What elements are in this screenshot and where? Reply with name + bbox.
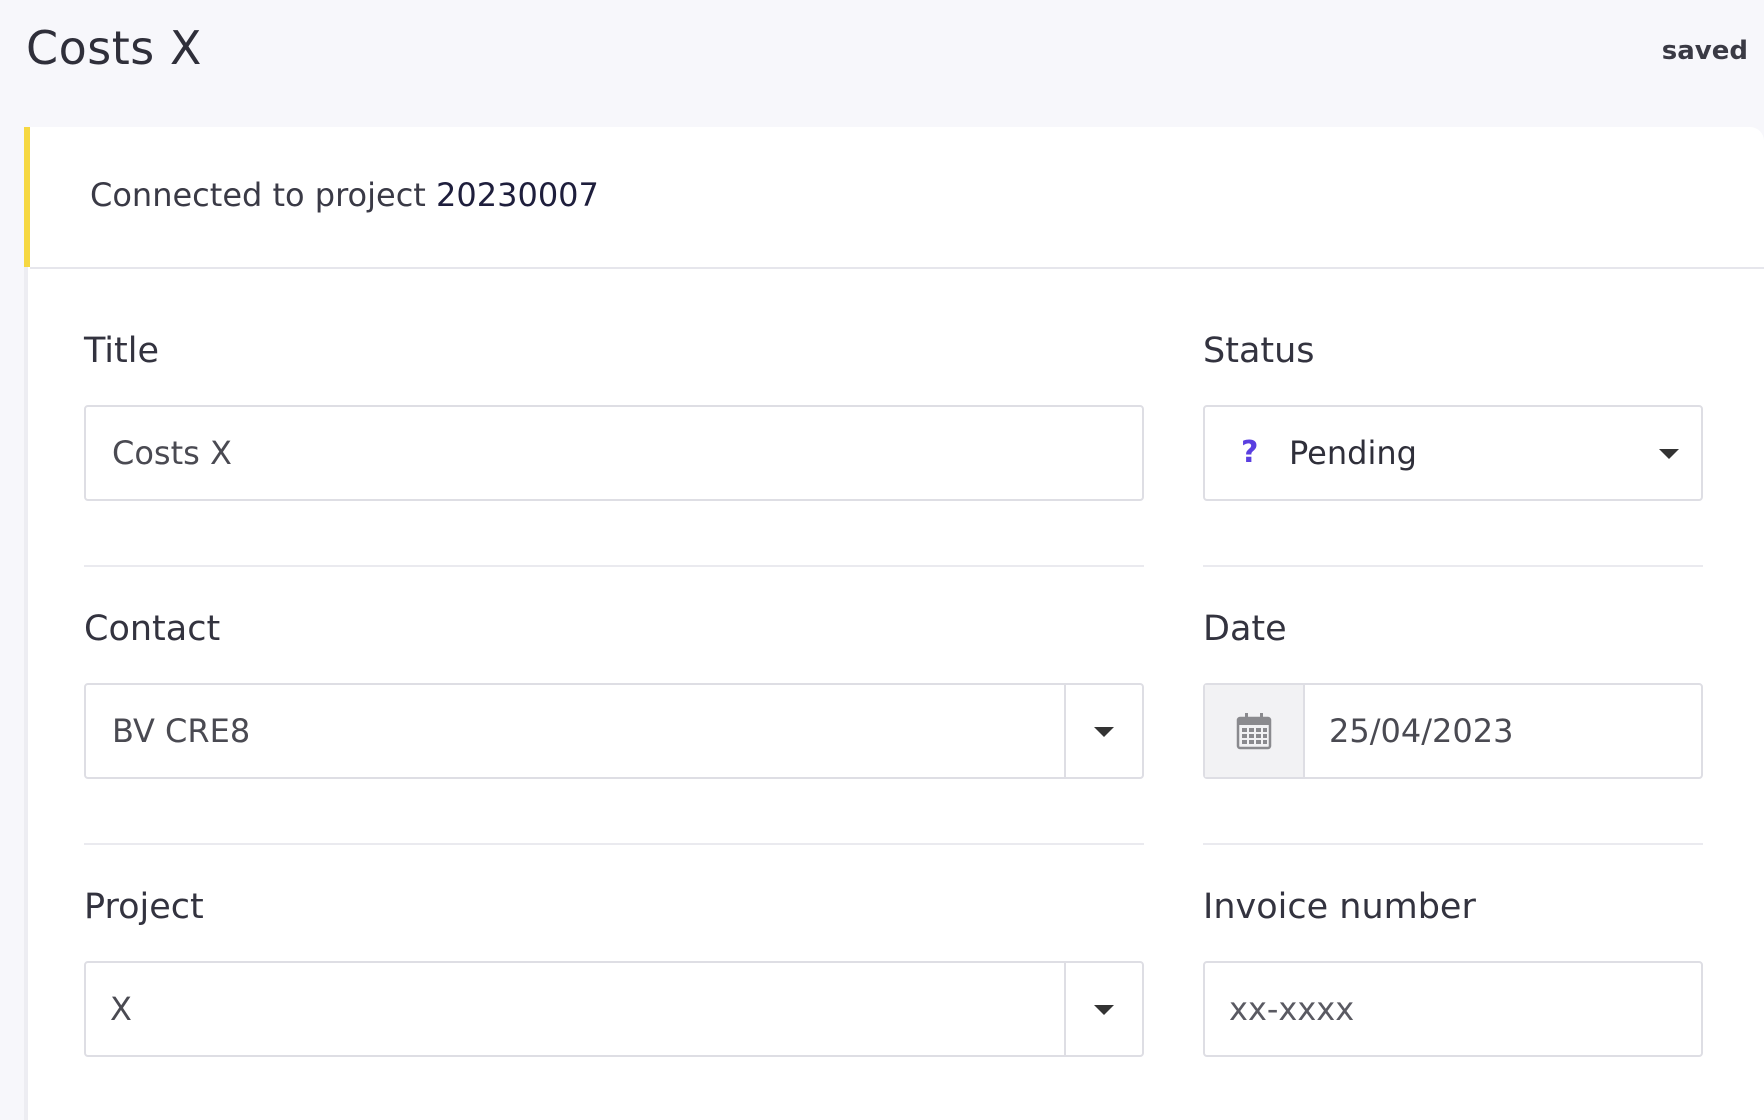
notice-accent-bar bbox=[24, 127, 30, 267]
project-connection-notice: Connected to project 20230007 bbox=[90, 175, 599, 215]
invoice-number-placeholder: xx-xxxx bbox=[1229, 990, 1355, 1028]
contact-select-value: BV CRE8 bbox=[112, 712, 251, 750]
row-divider bbox=[1203, 843, 1703, 845]
contact-select[interactable]: BV CRE8 bbox=[84, 683, 1144, 779]
row-divider bbox=[1203, 565, 1703, 567]
date-label: Date bbox=[1203, 609, 1287, 649]
status-label: Status bbox=[1203, 331, 1315, 371]
project-number-link[interactable]: 20230007 bbox=[436, 176, 599, 214]
title-label: Title bbox=[84, 331, 160, 371]
page-title: Costs X bbox=[26, 21, 202, 75]
project-select[interactable]: X bbox=[84, 961, 1144, 1057]
chevron-down-icon bbox=[1094, 727, 1114, 737]
card-left-rail bbox=[24, 267, 28, 1120]
question-icon: ? bbox=[1241, 435, 1259, 470]
project-label: Project bbox=[84, 887, 204, 927]
calendar-icon bbox=[1236, 713, 1272, 750]
chevron-down-icon bbox=[1094, 1005, 1114, 1015]
row-divider bbox=[84, 565, 1144, 567]
page-header: Costs X saved bbox=[0, 0, 1764, 126]
row-divider bbox=[84, 843, 1144, 845]
notice-divider bbox=[30, 267, 1764, 269]
calendar-button[interactable] bbox=[1205, 685, 1305, 777]
title-input[interactable]: Costs X bbox=[84, 405, 1144, 501]
date-picker[interactable]: 25/04/2023 bbox=[1203, 683, 1703, 779]
notice-prefix: Connected to project bbox=[90, 176, 426, 214]
project-select-value: X bbox=[110, 990, 132, 1028]
status-select-value: Pending bbox=[1289, 434, 1417, 472]
title-input-value: Costs X bbox=[112, 434, 232, 472]
status-select[interactable]: ? Pending bbox=[1203, 405, 1703, 501]
save-status-label: saved bbox=[1661, 36, 1748, 66]
project-dropdown-toggle[interactable] bbox=[1064, 963, 1142, 1055]
form-card: Connected to project 20230007 Title Cost… bbox=[24, 127, 1764, 1120]
invoice-number-label: Invoice number bbox=[1203, 887, 1476, 927]
date-input-value: 25/04/2023 bbox=[1329, 712, 1514, 750]
invoice-number-input[interactable]: xx-xxxx bbox=[1203, 961, 1703, 1057]
chevron-down-icon bbox=[1659, 449, 1679, 459]
contact-dropdown-toggle[interactable] bbox=[1064, 685, 1142, 777]
contact-label: Contact bbox=[84, 609, 221, 649]
